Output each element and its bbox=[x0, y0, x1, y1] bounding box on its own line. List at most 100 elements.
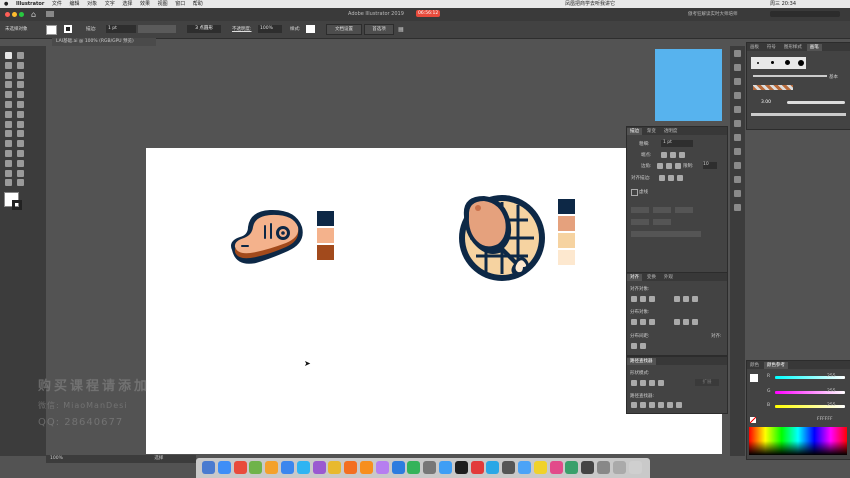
photos-icon[interactable] bbox=[312, 461, 326, 474]
zoom-tool-icon[interactable] bbox=[17, 179, 24, 187]
menu-object[interactable]: 对象 bbox=[87, 1, 97, 7]
preview-icon[interactable] bbox=[581, 461, 595, 474]
menu-window[interactable]: 窗口 bbox=[175, 1, 185, 7]
panel-shortcut-icon[interactable] bbox=[734, 162, 741, 169]
document-tab[interactable]: LAI基础.ai @ 100% (RGB/GPU 预览) bbox=[52, 38, 156, 46]
photoshop-icon[interactable] bbox=[360, 461, 373, 474]
menu-edit[interactable]: 编辑 bbox=[70, 1, 80, 7]
color-swatch[interactable] bbox=[317, 245, 334, 260]
tab-color-guide[interactable]: 颜色参考 bbox=[763, 362, 788, 369]
curvature-tool-icon[interactable] bbox=[17, 71, 24, 79]
opacity-field[interactable]: 100% bbox=[258, 25, 282, 33]
app-store-icon[interactable] bbox=[439, 461, 452, 474]
cap-buttons[interactable] bbox=[661, 152, 688, 160]
brush-dots-row[interactable] bbox=[751, 57, 806, 69]
artboard-tool-icon[interactable] bbox=[5, 169, 12, 177]
shape-mode-buttons[interactable] bbox=[631, 380, 667, 388]
sketch-icon[interactable] bbox=[265, 461, 279, 474]
tab-symbols[interactable]: 符号 bbox=[764, 44, 779, 51]
none-color-icon[interactable] bbox=[750, 417, 756, 423]
width-tool-icon[interactable] bbox=[5, 120, 12, 128]
workspace-name[interactable]: 傲考狂解读实时大师培师 bbox=[688, 11, 738, 17]
symbol-sprayer-tool-icon[interactable] bbox=[5, 159, 12, 167]
color-swatch[interactable] bbox=[558, 199, 575, 214]
zoom-level[interactable]: 100% bbox=[50, 456, 63, 461]
launchpad-icon[interactable] bbox=[217, 461, 231, 474]
rectangle-tool-icon[interactable] bbox=[5, 91, 12, 99]
keynote-icon[interactable] bbox=[518, 461, 531, 474]
after-effects-icon[interactable] bbox=[375, 461, 389, 474]
paintbrush-tool-icon[interactable] bbox=[17, 91, 24, 99]
pen-tool-icon[interactable] bbox=[5, 71, 12, 79]
illustrator-icon[interactable] bbox=[344, 461, 358, 474]
tab-appearance[interactable]: 外观 bbox=[661, 274, 676, 281]
close-window-button[interactable] bbox=[5, 12, 10, 17]
music-icon[interactable] bbox=[470, 461, 484, 474]
color-swatch[interactable] bbox=[558, 233, 575, 248]
tab-pathfinder[interactable]: 路径查找器 bbox=[627, 358, 656, 365]
finder-icon[interactable] bbox=[202, 461, 215, 474]
direct-select-tool-icon[interactable] bbox=[17, 52, 24, 59]
rotate-tool-icon[interactable] bbox=[5, 110, 12, 118]
opacity-label[interactable]: 不透明度: bbox=[232, 26, 252, 32]
qq-icon[interactable] bbox=[565, 461, 579, 474]
menu-type[interactable]: 文字 bbox=[105, 1, 115, 7]
panel-shortcut-icon[interactable] bbox=[734, 190, 741, 197]
messages-icon[interactable] bbox=[296, 461, 310, 474]
facetime-icon[interactable] bbox=[407, 461, 421, 474]
color-swatch[interactable] bbox=[558, 216, 575, 231]
panel-shortcut-icon[interactable] bbox=[734, 148, 741, 155]
panel-shortcut-icon[interactable] bbox=[734, 106, 741, 113]
hex-value[interactable]: FFFFFF bbox=[817, 417, 833, 422]
magic-wand-tool-icon[interactable] bbox=[5, 61, 12, 69]
app-name-menu[interactable]: Illustrator bbox=[16, 1, 44, 7]
r-value[interactable]: 255 bbox=[827, 374, 836, 379]
free-transform-tool-icon[interactable] bbox=[17, 120, 24, 128]
folder-icon[interactable] bbox=[597, 461, 610, 474]
b-value[interactable]: 255 bbox=[827, 403, 836, 408]
tab-graphic-styles[interactable]: 图形样式 bbox=[781, 44, 805, 51]
notes-icon[interactable] bbox=[328, 461, 342, 474]
eyedropper-tool-icon[interactable] bbox=[5, 150, 12, 157]
style-swatch[interactable] bbox=[306, 25, 315, 33]
tab-brushes[interactable]: 画笔 bbox=[806, 44, 822, 51]
tab-transform[interactable]: 变换 bbox=[644, 274, 659, 281]
brush-stroke-basic[interactable] bbox=[753, 75, 827, 77]
brush-stroke-sample[interactable] bbox=[751, 113, 846, 116]
dashed-line-checkbox[interactable] bbox=[631, 189, 638, 196]
line-tool-icon[interactable] bbox=[17, 81, 24, 89]
tab-stroke[interactable]: 描边 bbox=[627, 128, 642, 135]
textedit-icon[interactable] bbox=[533, 461, 547, 474]
safari-icon[interactable] bbox=[281, 461, 294, 474]
trash-icon[interactable] bbox=[628, 461, 642, 474]
graph-tool-icon[interactable] bbox=[17, 159, 24, 167]
brush-stroke-3pt[interactable] bbox=[787, 101, 845, 104]
align-object-buttons[interactable] bbox=[631, 296, 701, 304]
arrange-icon[interactable]: ▦ bbox=[398, 26, 404, 33]
tab-color[interactable]: 颜色 bbox=[747, 362, 762, 369]
pathfinder-buttons[interactable] bbox=[631, 402, 685, 410]
menu-help[interactable]: 帮助 bbox=[193, 1, 203, 7]
panel-shortcut-icon[interactable] bbox=[734, 120, 741, 127]
tab-gradient[interactable]: 渐变 bbox=[644, 128, 659, 135]
scale-tool-icon[interactable] bbox=[17, 110, 24, 118]
document-setup-button[interactable]: 文档设置 bbox=[326, 24, 362, 35]
tab-align[interactable]: 对齐 bbox=[627, 274, 642, 281]
shaper-tool-icon[interactable] bbox=[5, 101, 12, 108]
home-icon[interactable]: ⌂ bbox=[31, 10, 36, 19]
system-preferences-icon[interactable] bbox=[486, 461, 500, 474]
terminal-icon[interactable] bbox=[423, 461, 437, 474]
eraser-tool-icon[interactable] bbox=[17, 101, 24, 108]
minimize-window-button[interactable] bbox=[12, 12, 17, 17]
panel-shortcut-icon[interactable] bbox=[734, 50, 741, 57]
selection-tool-icon[interactable] bbox=[5, 52, 12, 59]
type-tool-icon[interactable] bbox=[5, 81, 12, 89]
hand-tool-icon[interactable] bbox=[5, 179, 12, 187]
shape-builder-tool-icon[interactable] bbox=[5, 130, 12, 138]
expand-button[interactable]: 扩展 bbox=[695, 379, 719, 386]
tab-artboards[interactable]: 画板 bbox=[747, 44, 762, 51]
search-stock-input[interactable] bbox=[770, 11, 840, 17]
panel-shortcut-icon[interactable] bbox=[734, 176, 741, 183]
tab-transparency[interactable]: 透明度 bbox=[661, 128, 681, 135]
calculator-icon[interactable] bbox=[502, 461, 516, 474]
